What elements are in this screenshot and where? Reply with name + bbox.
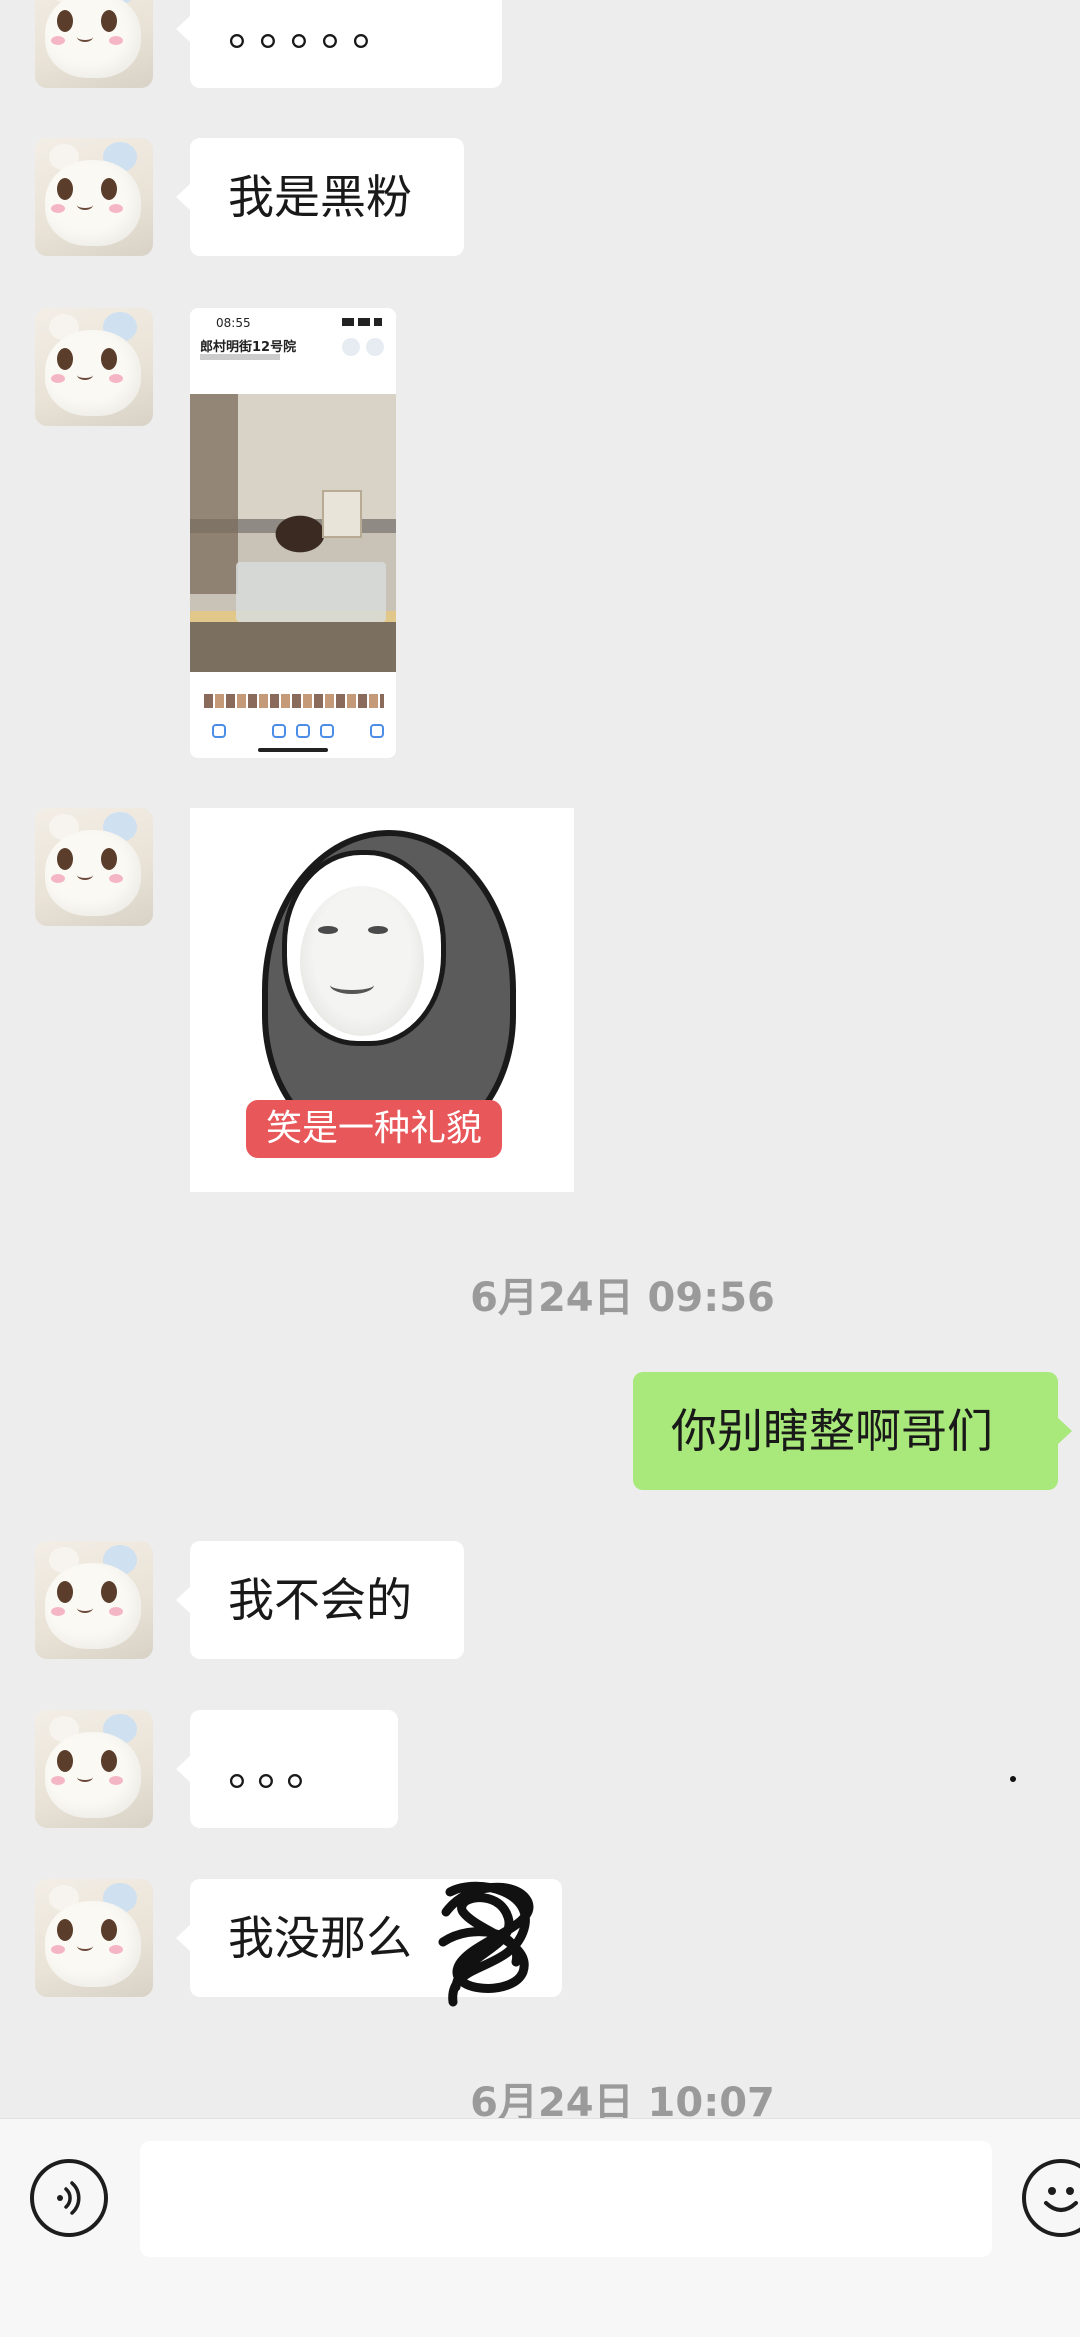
message-bubble-outgoing[interactable]: 你别瞎整啊哥们 — [633, 1372, 1072, 1490]
voice-icon[interactable] — [30, 2159, 108, 2237]
message-bubble[interactable]: 我是黑粉 — [176, 138, 464, 256]
stray-dot — [1010, 1776, 1016, 1782]
home-indicator — [258, 748, 328, 752]
close-icon — [366, 338, 384, 356]
contact-avatar[interactable] — [35, 1879, 153, 1997]
photo-toolbar — [200, 724, 386, 742]
contact-avatar[interactable] — [35, 808, 153, 926]
status-icons — [342, 318, 382, 326]
adjust-icon — [320, 724, 334, 738]
contact-avatar[interactable] — [35, 308, 153, 426]
image-message[interactable]: 08:55 郎村明街12号院 — [190, 308, 396, 758]
contact-avatar[interactable] — [35, 0, 153, 88]
message-bubble[interactable]: 我不会的 — [176, 1541, 464, 1659]
redaction-scribble — [438, 1881, 534, 2007]
contact-avatar[interactable] — [35, 138, 153, 256]
screenshot-time: 08:55 — [216, 316, 251, 330]
emoji-icon[interactable] — [1022, 2159, 1080, 2237]
sticker-face — [300, 886, 424, 1036]
contact-avatar[interactable] — [35, 1710, 153, 1828]
photo — [190, 394, 396, 672]
thumbnail-strip — [204, 694, 384, 708]
info-icon — [296, 724, 310, 738]
share-icon — [212, 724, 226, 738]
more-icon — [342, 338, 360, 356]
contact-avatar[interactable] — [35, 1541, 153, 1659]
message-bubble[interactable]: 。。。 — [176, 1710, 398, 1828]
sticker-message[interactable]: 笑是一种礼貌 — [190, 808, 574, 1192]
screenshot-subtitle — [200, 354, 280, 360]
screenshot-title: 郎村明街12号院 — [200, 340, 297, 355]
trash-icon — [370, 724, 384, 738]
message-bubble[interactable]: 。。。。。 — [176, 0, 502, 88]
message-input[interactable] — [140, 2141, 992, 2257]
sticker-caption: 笑是一种礼貌 — [246, 1100, 503, 1158]
message-text: 我没那么 — [228, 1911, 412, 1965]
timestamp: 6月24日 09:56 — [470, 1275, 775, 1321]
heart-icon — [272, 724, 286, 738]
input-bar — [0, 2118, 1080, 2337]
